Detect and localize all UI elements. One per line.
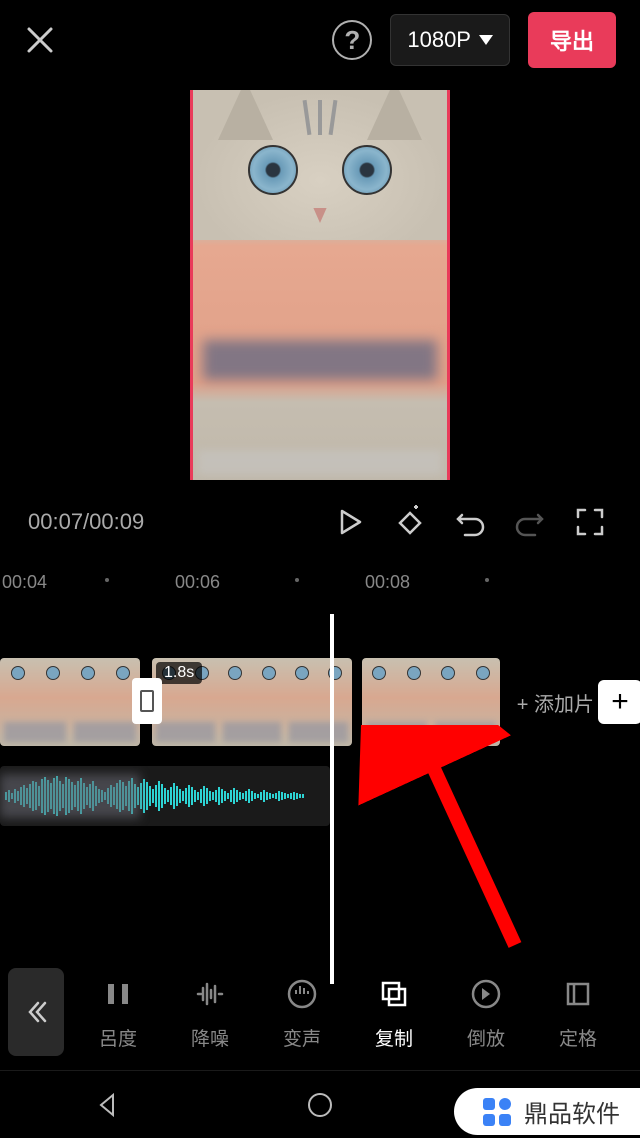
- add-clip-button[interactable]: +: [598, 680, 640, 724]
- collapse-button[interactable]: [8, 968, 64, 1056]
- audio-track[interactable]: [0, 766, 330, 826]
- tool-reverse[interactable]: 倒放: [440, 974, 532, 1051]
- undo-button[interactable]: [448, 500, 492, 544]
- help-icon[interactable]: ?: [332, 20, 372, 60]
- chevron-down-icon: [479, 35, 493, 45]
- fullscreen-button[interactable]: [568, 500, 612, 544]
- tool-noise-reduction[interactable]: 降噪: [164, 974, 256, 1051]
- toolbar: 呂度 降噪 变声 复制 倒放 定格: [0, 954, 640, 1070]
- watermark-text: 鼎品软件: [524, 1094, 620, 1129]
- ruler-tick: 00:08: [365, 572, 410, 593]
- timeline[interactable]: 1.8s + 添加片 +: [0, 594, 640, 984]
- nav-back[interactable]: [89, 1087, 125, 1123]
- ruler-tick: 00:06: [175, 572, 220, 593]
- preview-frame[interactable]: [190, 90, 450, 480]
- watermark-logo-icon: [480, 1095, 514, 1129]
- copy-icon: [374, 974, 414, 1014]
- close-button[interactable]: [24, 24, 56, 56]
- noise-icon: [190, 974, 230, 1014]
- time-display: 00:07/00:09: [28, 509, 312, 535]
- speed-icon: [98, 974, 138, 1014]
- freeze-icon: [558, 974, 598, 1014]
- tool-freeze[interactable]: 定格: [532, 974, 624, 1051]
- voice-icon: [282, 974, 322, 1014]
- transition-button[interactable]: [132, 678, 162, 724]
- keyframe-button[interactable]: [388, 500, 432, 544]
- resolution-button[interactable]: 1080P: [390, 14, 510, 66]
- export-button[interactable]: 导出: [528, 12, 616, 68]
- video-clip[interactable]: 1.8s: [152, 658, 352, 746]
- reverse-icon: [466, 974, 506, 1014]
- resolution-label: 1080P: [407, 27, 471, 53]
- watermark: 鼎品软件: [454, 1088, 640, 1135]
- tool-speed[interactable]: 呂度: [72, 974, 164, 1051]
- nav-home[interactable]: [302, 1087, 338, 1123]
- tool-copy[interactable]: 复制: [348, 974, 440, 1051]
- add-clip-label: + 添加片: [517, 688, 594, 717]
- play-button[interactable]: [328, 500, 372, 544]
- tool-voice-change[interactable]: 变声: [256, 974, 348, 1051]
- redo-button[interactable]: [508, 500, 552, 544]
- video-clip[interactable]: [362, 658, 500, 746]
- preview-area: [0, 80, 640, 480]
- clip-duration-badge: 1.8s: [156, 662, 202, 684]
- video-clip[interactable]: [0, 658, 140, 746]
- timeline-ruler[interactable]: 00:04 00:06 00:08: [0, 564, 640, 594]
- playhead[interactable]: [330, 614, 334, 984]
- ruler-tick: 00:04: [2, 572, 47, 593]
